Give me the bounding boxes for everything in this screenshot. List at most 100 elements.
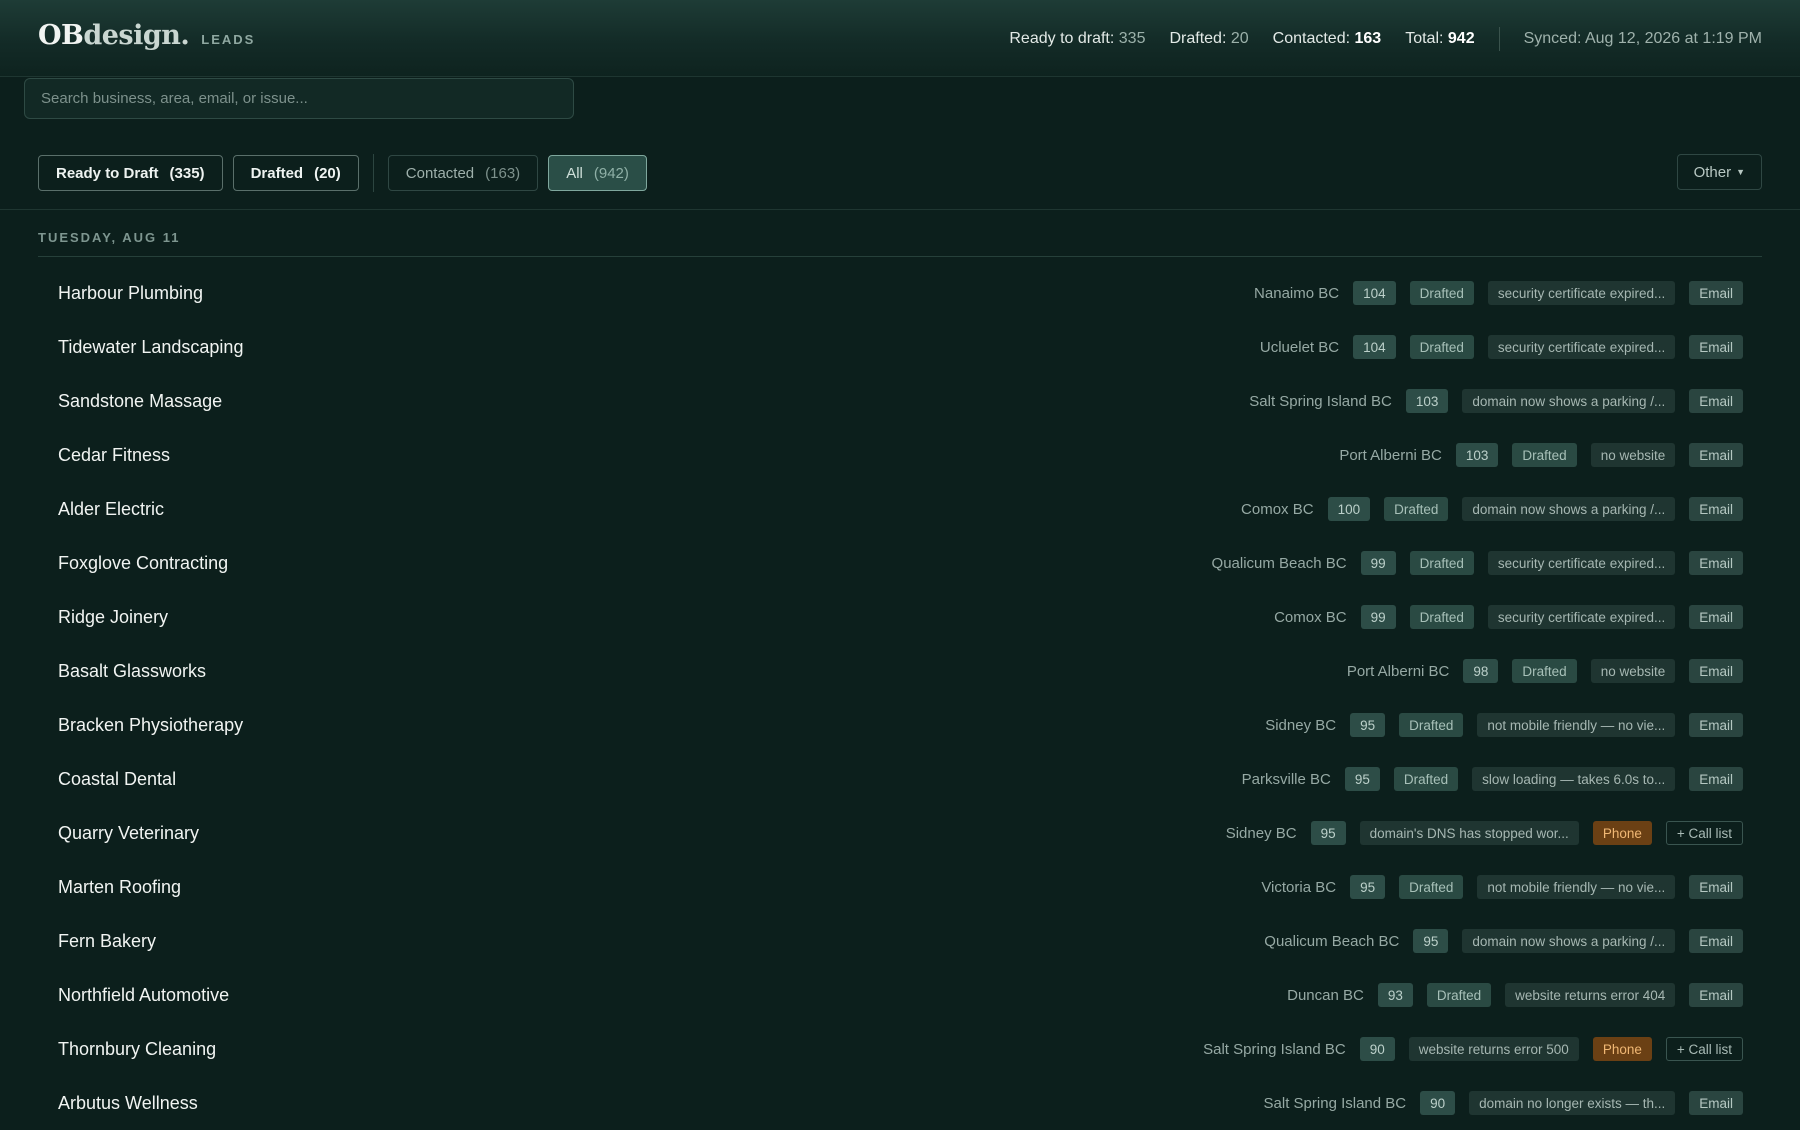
filter-all[interactable]: All (942) — [548, 155, 647, 191]
lead-location: Salt Spring Island BC — [1249, 392, 1392, 410]
lead-location: Ucluelet BC — [1259, 338, 1340, 356]
lead-location: Qualicum Beach BC — [1264, 932, 1400, 950]
lead-location: Port Alberni BC — [1339, 446, 1442, 464]
lead-name[interactable]: Alder Electric — [58, 499, 164, 520]
section-label: LEADS — [201, 32, 256, 47]
channel-badge: Email — [1689, 929, 1743, 953]
lead-location: Duncan BC — [1287, 986, 1364, 1004]
lead-location: Sidney BC — [1225, 824, 1297, 842]
channel-badge: Email — [1689, 497, 1743, 521]
stat-drafted: Drafted: 20 — [1169, 29, 1249, 47]
stats-bar: Ready to draft: 335 Drafted: 20 Contacte… — [985, 0, 1762, 77]
lead-row[interactable]: Ridge Joinery Comox BC 99 Drafted security c… — [38, 590, 1762, 644]
issue-badge: no website — [1590, 443, 1676, 467]
lead-name[interactable]: Arbutus Wellness — [58, 1093, 198, 1114]
channel-badge: Email — [1689, 389, 1743, 413]
status-badge: Drafted — [1409, 281, 1474, 305]
lead-row[interactable]: Marten Roofing Victoria BC 95 Drafted not mo… — [38, 860, 1762, 914]
channel-badge: Email — [1689, 551, 1743, 575]
lead-name[interactable]: Northfield Automotive — [58, 985, 229, 1006]
channel-badge: Email — [1689, 443, 1743, 467]
lead-row[interactable]: Basalt Glassworks Port Alberni BC 98 Drafte… — [38, 644, 1762, 698]
other-dropdown-button[interactable]: Other ▼ — [1676, 154, 1762, 190]
lead-meta: Salt Spring Island BC 90 website returns e… — [1203, 1037, 1743, 1061]
score-badge: 100 — [1327, 497, 1371, 521]
lead-name[interactable]: Cedar Fitness — [58, 445, 170, 466]
lead-name[interactable]: Harbour Plumbing — [58, 283, 203, 304]
brand[interactable]: OBdesign. LEADS — [38, 20, 255, 51]
issue-badge: domain no longer exists — th... — [1469, 1091, 1676, 1115]
lead-name[interactable]: Ridge Joinery — [58, 607, 168, 628]
logo: OBdesign. — [38, 20, 190, 51]
lead-name[interactable]: Bracken Physiotherapy — [58, 715, 243, 736]
score-badge: 103 — [1405, 389, 1449, 413]
lead-location: Comox BC — [1274, 608, 1347, 626]
lead-location: Comox BC — [1241, 500, 1314, 518]
section-divider — [0, 209, 1800, 210]
status-badge: Drafted — [1409, 551, 1474, 575]
issue-badge: no website — [1590, 659, 1676, 683]
lead-row[interactable]: Bracken Physiotherapy Sidney BC 95 Drafted n… — [38, 698, 1762, 752]
lead-name[interactable]: Quarry Veterinary — [58, 823, 199, 844]
search-input[interactable] — [24, 78, 574, 119]
issue-badge: not mobile friendly — no vie... — [1477, 875, 1676, 899]
filter-tabs: Ready to Draft (335) Drafted (20) Contacte… — [38, 154, 657, 192]
lead-row[interactable]: Fern Bakery Qualicum Beach BC 95 domain now… — [38, 914, 1762, 968]
lead-location: Victoria BC — [1261, 878, 1337, 896]
lead-row[interactable]: Coastal Dental Parksville BC 95 Drafted slow… — [38, 752, 1762, 806]
lead-name[interactable]: Foxglove Contracting — [58, 553, 228, 574]
filter-drafted[interactable]: Drafted (20) — [232, 155, 359, 191]
lead-row[interactable]: Tidewater Landscaping Ucluelet BC 104 Draft… — [38, 320, 1762, 374]
lead-row[interactable]: Alder Electric Comox BC 100 Drafted domain n… — [38, 482, 1762, 536]
status-badge: Drafted — [1399, 713, 1464, 737]
score-badge: 104 — [1353, 281, 1396, 305]
lead-name[interactable]: Basalt Glassworks — [58, 661, 206, 682]
add-call-list-button[interactable]: + Call list — [1665, 1037, 1743, 1061]
score-badge: 95 — [1350, 713, 1386, 737]
channel-badge: Email — [1689, 983, 1743, 1007]
lead-row[interactable]: Sandstone Massage Salt Spring Island BC 10… — [38, 374, 1762, 428]
lead-name[interactable]: Marten Roofing — [58, 877, 181, 898]
lead-row[interactable]: Arbutus Wellness Salt Spring Island BC 90 d… — [38, 1076, 1762, 1130]
channel-badge: Email — [1689, 605, 1743, 629]
lead-row[interactable]: Harbour Plumbing Nanaimo BC 104 Drafted secu… — [38, 266, 1762, 320]
lead-location: Parksville BC — [1241, 770, 1331, 788]
channel-badge: Email — [1689, 1091, 1743, 1115]
lead-meta: Port Alberni BC 98 Drafted no website Email — [1347, 659, 1743, 683]
issue-badge: security certificate expired... — [1487, 605, 1676, 629]
issue-badge: security certificate expired... — [1487, 335, 1676, 359]
lead-meta: Victoria BC 95 Drafted not mobile friendly … — [1261, 875, 1743, 899]
lead-name[interactable]: Sandstone Massage — [58, 391, 222, 412]
lead-row[interactable]: Northfield Automotive Duncan BC 93 Drafted w… — [38, 968, 1762, 1022]
lead-row[interactable]: Thornbury Cleaning Salt Spring Island BC 9… — [38, 1022, 1762, 1076]
lead-name[interactable]: Thornbury Cleaning — [58, 1039, 216, 1060]
score-badge: 95 — [1350, 875, 1386, 899]
lead-name[interactable]: Fern Bakery — [58, 931, 156, 952]
lead-name[interactable]: Tidewater Landscaping — [58, 337, 243, 358]
score-badge: 95 — [1413, 929, 1449, 953]
lead-name[interactable]: Coastal Dental — [58, 769, 176, 790]
status-badge: Drafted — [1512, 443, 1577, 467]
score-badge: 98 — [1463, 659, 1499, 683]
lead-meta: Parksville BC 95 Drafted slow loading — tak… — [1242, 767, 1743, 791]
lead-meta: Salt Spring Island BC 103 domain now shows… — [1249, 389, 1743, 413]
score-badge: 93 — [1377, 983, 1413, 1007]
issue-badge: slow loading — takes 6.0s to... — [1472, 767, 1676, 791]
score-badge: 95 — [1310, 821, 1346, 845]
lead-meta: Port Alberni BC 103 Drafted no website Email — [1339, 443, 1743, 467]
lead-row[interactable]: Quarry Veterinary Sidney BC 95 domain's DNS… — [38, 806, 1762, 860]
lead-meta: Ucluelet BC 104 Drafted security certificat… — [1260, 335, 1743, 359]
score-badge: 95 — [1344, 767, 1380, 791]
add-call-list-button[interactable]: + Call list — [1665, 821, 1743, 845]
lead-row[interactable]: Cedar Fitness Port Alberni BC 103 Drafted no… — [38, 428, 1762, 482]
channel-badge: Email — [1689, 281, 1743, 305]
issue-badge: website returns error 404 — [1505, 983, 1676, 1007]
issue-badge: website returns error 500 — [1408, 1037, 1579, 1061]
filter-ready-to-draft[interactable]: Ready to Draft (335) — [38, 155, 223, 191]
lead-row[interactable]: Foxglove Contracting Qualicum Beach BC 99 D… — [38, 536, 1762, 590]
score-badge: 99 — [1360, 605, 1396, 629]
filter-contacted[interactable]: Contacted (163) — [387, 155, 539, 191]
status-badge: Drafted — [1426, 983, 1492, 1007]
status-badge: Drafted — [1399, 875, 1464, 899]
issue-badge: domain now shows a parking /... — [1462, 929, 1676, 953]
